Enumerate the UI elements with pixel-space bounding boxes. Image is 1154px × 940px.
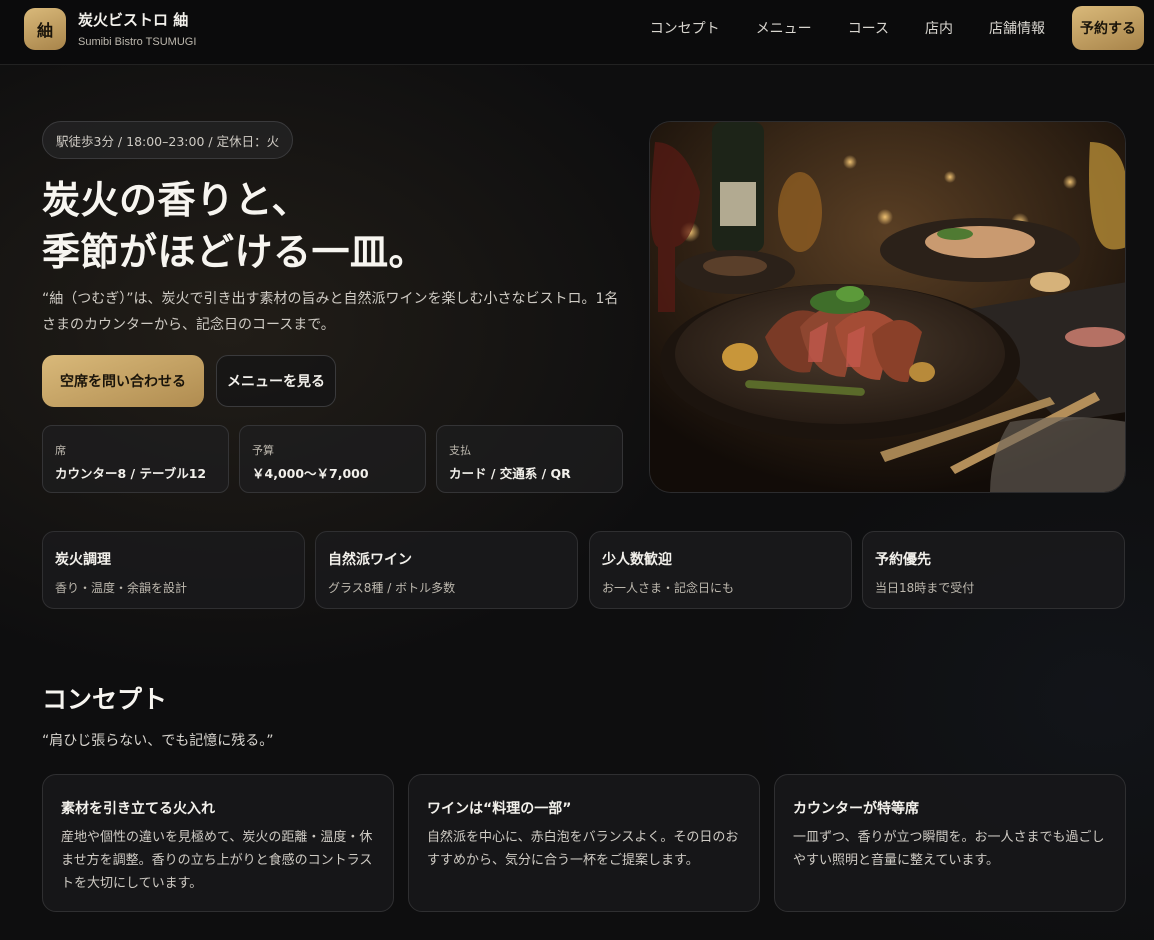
info-card-seats: 席 カウンター8 / テーブル12 [42, 425, 229, 493]
feature-title: 炭火調理 [55, 552, 111, 568]
concept-card-body: 一皿ずつ、香りが立つ瞬間を。お一人さまでも過ごしやすい照明と音量に整えています。 [793, 830, 1105, 868]
hero-title: 炭火の香りと、 季節がほどける一皿。 [42, 174, 602, 278]
logo-badge[interactable]: 紬 [24, 8, 66, 50]
brand-subtitle: Sumibi Bistro TSUMUGI [78, 36, 197, 48]
feature-title: 予約優先 [875, 552, 931, 568]
nav-link-store-info[interactable]: 店舗情報 [989, 18, 1045, 38]
feature-card-reservation: 予約優先 当日18時まで受付 [862, 531, 1125, 609]
main-nav: コンセプト メニュー コース 店内 店舗情報 予約する [632, 0, 1154, 56]
feature-subtitle: 当日18時まで受付 [875, 581, 975, 595]
hero-description: “紬（つむぎ）”は、炭火で引き出す素材の旨みと自然派ワインを楽しむ小さなビストロ… [42, 291, 619, 333]
info-label: 支払 [449, 444, 471, 457]
feature-title: 少人数歓迎 [602, 552, 672, 568]
concept-card-title: カウンターが特等席 [793, 801, 919, 817]
concept-card-body: 自然派を中心に、赤白泡をバランスよく。その日のおすすめから、気分に合う一杯をご提… [427, 830, 739, 868]
view-menu-button[interactable]: メニューを見る [216, 355, 336, 407]
reserve-button[interactable]: 予約する [1072, 6, 1144, 50]
info-label: 予算 [252, 444, 274, 457]
nav-link-interior[interactable]: 店内 [925, 18, 953, 38]
feature-card-charcoal: 炭火調理 香り・温度・余韻を設計 [42, 531, 305, 609]
site-header: 紬 炭火ビストロ 紬 Sumibi Bistro TSUMUGI コンセプト メ… [0, 0, 1154, 65]
hero-food-photo [649, 121, 1126, 493]
inquire-availability-button[interactable]: 空席を問い合わせる [42, 355, 204, 407]
concept-heading: コンセプト [42, 685, 168, 714]
concept-card-body: 産地や個性の違いを見極めて、炭火の距離・温度・休ませ方を調整。香りの立ち上がりと… [61, 830, 373, 891]
feature-card-natural-wine: 自然派ワイン グラス8種 / ボトル多数 [315, 531, 578, 609]
hero-title-line-2: 季節がほどける一皿。 [42, 230, 428, 274]
brand-name[interactable]: 炭火ビストロ 紬 [78, 9, 188, 30]
info-value: カウンター8 / テーブル12 [55, 466, 207, 481]
nav-link-course[interactable]: コース [848, 18, 889, 38]
feature-title: 自然派ワイン [328, 552, 412, 568]
nav-link-concept[interactable]: コンセプト [650, 18, 720, 38]
feature-subtitle: お一人さま・記念日にも [602, 581, 735, 595]
info-card-payment: 支払 カード / 交通系 / QR [436, 425, 623, 493]
nav-link-menu[interactable]: メニュー [756, 18, 812, 38]
concept-quote: “肩ひじ張らない、でも記憶に残る。” [42, 733, 274, 749]
concept-card-title: ワインは“料理の一部” [427, 801, 572, 817]
info-value: ￥4,000〜￥7,000 [252, 466, 369, 481]
concept-card-fire: 素材を引き立てる火入れ 産地や個性の違いを見極めて、炭火の距離・温度・休ませ方を… [42, 774, 394, 912]
concept-card-wine: ワインは“料理の一部” 自然派を中心に、赤白泡をバランスよく。その日のおすすめか… [408, 774, 760, 912]
access-hours-pill: 駅徒歩3分 / 18:00–23:00 / 定休日：火 [42, 121, 294, 159]
steak-dish-illustration [650, 122, 1125, 492]
info-label: 席 [55, 444, 66, 457]
info-value: カード / 交通系 / QR [449, 466, 571, 481]
concept-card-counter: カウンターが特等席 一皿ずつ、香りが立つ瞬間を。お一人さまでも過ごしやすい照明と… [774, 774, 1126, 912]
info-card-budget: 予算 ￥4,000〜￥7,000 [239, 425, 426, 493]
feature-card-small-groups: 少人数歓迎 お一人さま・記念日にも [589, 531, 852, 609]
concept-card-title: 素材を引き立てる火入れ [61, 801, 215, 817]
feature-subtitle: グラス8種 / ボトル多数 [328, 581, 456, 595]
feature-subtitle: 香り・温度・余韻を設計 [55, 581, 188, 595]
hero-title-line-1: 炭火の香りと、 [42, 178, 310, 222]
